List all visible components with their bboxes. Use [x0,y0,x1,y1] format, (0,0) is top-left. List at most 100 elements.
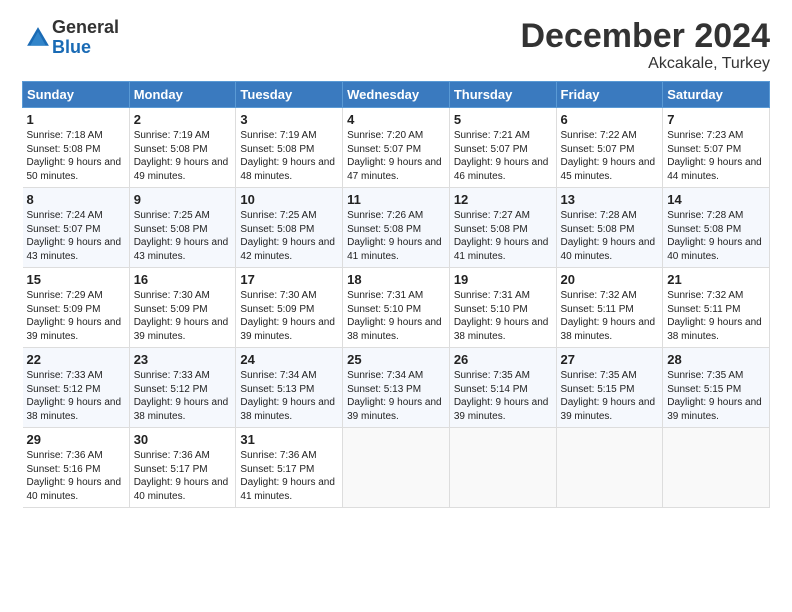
day-number: 13 [561,192,659,207]
day-number: 18 [347,272,445,287]
cell-content: Sunrise: 7:21 AMSunset: 5:07 PMDaylight:… [454,129,552,183]
calendar-week-row: 8 Sunrise: 7:24 AMSunset: 5:07 PMDaylight… [23,188,770,268]
calendar-day-cell: 10 Sunrise: 7:25 AMSunset: 5:08 PMDayligh… [236,188,343,268]
calendar-day-cell: 24 Sunrise: 7:34 AMSunset: 5:13 PMDayligh… [236,348,343,428]
cell-content: Sunrise: 7:28 AMSunset: 5:08 PMDaylight:… [667,209,765,263]
cell-content: Sunrise: 7:32 AMSunset: 5:11 PMDaylight:… [667,289,765,343]
cell-content: Sunrise: 7:25 AMSunset: 5:08 PMDaylight:… [134,209,232,263]
calendar-table: SundayMondayTuesdayWednesdayThursdayFrid… [22,81,770,508]
calendar-day-cell: 25 Sunrise: 7:34 AMSunset: 5:13 PMDayligh… [343,348,450,428]
calendar-day-cell: 6Sunrise: 7:22 AMSunset: 5:07 PMDaylight… [556,108,663,188]
header-day: Friday [556,82,663,108]
calendar-day-cell: 5Sunrise: 7:21 AMSunset: 5:07 PMDaylight… [449,108,556,188]
day-number: 9 [134,192,232,207]
calendar-day-cell: 23 Sunrise: 7:33 AMSunset: 5:12 PMDayligh… [129,348,236,428]
calendar-day-cell: 1 Sunrise: 7:18 AMSunset: 5:08 PMDaylight… [23,108,130,188]
day-number: 8 [27,192,125,207]
header-day: Monday [129,82,236,108]
cell-content: Sunrise: 7:20 AMSunset: 5:07 PMDaylight:… [347,129,445,183]
calendar-day-cell: 30Sunrise: 7:36 AMSunset: 5:17 PMDayligh… [129,428,236,508]
cell-content: Sunrise: 7:35 AMSunset: 5:14 PMDaylight:… [454,369,552,423]
cell-content: Sunrise: 7:36 AMSunset: 5:17 PMDaylight:… [134,449,232,503]
calendar-empty-cell [449,428,556,508]
day-number: 7 [667,112,765,127]
cell-content: Sunrise: 7:18 AMSunset: 5:08 PMDaylight:… [27,129,125,183]
day-number: 11 [347,192,445,207]
calendar-day-cell: 13 Sunrise: 7:28 AMSunset: 5:08 PMDayligh… [556,188,663,268]
cell-content: Sunrise: 7:28 AMSunset: 5:08 PMDaylight:… [561,209,659,263]
calendar-day-cell: 31Sunrise: 7:36 AMSunset: 5:17 PMDayligh… [236,428,343,508]
cell-content: Sunrise: 7:19 AMSunset: 5:08 PMDaylight:… [134,129,232,183]
cell-content: Sunrise: 7:26 AMSunset: 5:08 PMDaylight:… [347,209,445,263]
calendar-day-cell: 2 Sunrise: 7:19 AMSunset: 5:08 PMDaylight… [129,108,236,188]
calendar-day-cell: 7 Sunrise: 7:23 AMSunset: 5:07 PMDaylight… [663,108,770,188]
calendar-day-cell: 3Sunrise: 7:19 AMSunset: 5:08 PMDaylight… [236,108,343,188]
calendar-empty-cell [556,428,663,508]
header-day: Sunday [23,82,130,108]
day-number: 25 [347,352,445,367]
header-day: Tuesday [236,82,343,108]
calendar-empty-cell [343,428,450,508]
cell-content: Sunrise: 7:27 AMSunset: 5:08 PMDaylight:… [454,209,552,263]
cell-content: Sunrise: 7:33 AMSunset: 5:12 PMDaylight:… [134,369,232,423]
title-block: December 2024 Akcakale, Turkey [520,18,770,73]
cell-content: Sunrise: 7:31 AMSunset: 5:10 PMDaylight:… [454,289,552,343]
logo-text: General Blue [52,18,119,58]
cell-content: Sunrise: 7:36 AMSunset: 5:16 PMDaylight:… [27,449,125,503]
day-number: 23 [134,352,232,367]
calendar-day-cell: 18 Sunrise: 7:31 AMSunset: 5:10 PMDayligh… [343,268,450,348]
calendar-day-cell: 22 Sunrise: 7:33 AMSunset: 5:12 PMDayligh… [23,348,130,428]
calendar-day-cell: 12 Sunrise: 7:27 AMSunset: 5:08 PMDayligh… [449,188,556,268]
day-number: 20 [561,272,659,287]
calendar-day-cell: 8 Sunrise: 7:24 AMSunset: 5:07 PMDaylight… [23,188,130,268]
day-number: 4 [347,112,445,127]
calendar-day-cell: 20 Sunrise: 7:32 AMSunset: 5:11 PMDayligh… [556,268,663,348]
calendar-week-row: 22 Sunrise: 7:33 AMSunset: 5:12 PMDayligh… [23,348,770,428]
day-number: 29 [27,432,125,447]
day-number: 3 [240,112,338,127]
cell-content: Sunrise: 7:24 AMSunset: 5:07 PMDaylight:… [27,209,125,263]
day-number: 24 [240,352,338,367]
day-number: 10 [240,192,338,207]
day-number: 21 [667,272,765,287]
calendar-day-cell: 11 Sunrise: 7:26 AMSunset: 5:08 PMDayligh… [343,188,450,268]
calendar-header-row: SundayMondayTuesdayWednesdayThursdayFrid… [23,82,770,108]
header-day: Saturday [663,82,770,108]
cell-content: Sunrise: 7:31 AMSunset: 5:10 PMDaylight:… [347,289,445,343]
calendar-empty-cell [663,428,770,508]
calendar-day-cell: 14 Sunrise: 7:28 AMSunset: 5:08 PMDayligh… [663,188,770,268]
header-day: Thursday [449,82,556,108]
calendar-day-cell: 21 Sunrise: 7:32 AMSunset: 5:11 PMDayligh… [663,268,770,348]
cell-content: Sunrise: 7:23 AMSunset: 5:07 PMDaylight:… [667,129,765,183]
logo-blue: Blue [52,37,91,57]
cell-content: Sunrise: 7:36 AMSunset: 5:17 PMDaylight:… [240,449,338,503]
cell-content: Sunrise: 7:29 AMSunset: 5:09 PMDaylight:… [27,289,125,343]
calendar-day-cell: 4 Sunrise: 7:20 AMSunset: 5:07 PMDaylight… [343,108,450,188]
day-number: 1 [27,112,125,127]
logo: General Blue [22,18,119,58]
day-number: 16 [134,272,232,287]
cell-content: Sunrise: 7:34 AMSunset: 5:13 PMDaylight:… [347,369,445,423]
calendar-day-cell: 27Sunrise: 7:35 AMSunset: 5:15 PMDayligh… [556,348,663,428]
calendar-day-cell: 29 Sunrise: 7:36 AMSunset: 5:16 PMDayligh… [23,428,130,508]
location: Akcakale, Turkey [520,55,770,73]
day-number: 22 [27,352,125,367]
day-number: 17 [240,272,338,287]
page: General Blue December 2024 Akcakale, Tur… [0,0,792,518]
cell-content: Sunrise: 7:33 AMSunset: 5:12 PMDaylight:… [27,369,125,423]
day-number: 2 [134,112,232,127]
day-number: 12 [454,192,552,207]
day-number: 15 [27,272,125,287]
day-number: 28 [667,352,765,367]
calendar-day-cell: 19Sunrise: 7:31 AMSunset: 5:10 PMDayligh… [449,268,556,348]
logo-general: General [52,17,119,37]
header-row: General Blue December 2024 Akcakale, Tur… [22,18,770,73]
cell-content: Sunrise: 7:34 AMSunset: 5:13 PMDaylight:… [240,369,338,423]
calendar-day-cell: 28Sunrise: 7:35 AMSunset: 5:15 PMDayligh… [663,348,770,428]
day-number: 26 [454,352,552,367]
calendar-week-row: 1 Sunrise: 7:18 AMSunset: 5:08 PMDaylight… [23,108,770,188]
calendar-day-cell: 16Sunrise: 7:30 AMSunset: 5:09 PMDayligh… [129,268,236,348]
day-number: 14 [667,192,765,207]
cell-content: Sunrise: 7:25 AMSunset: 5:08 PMDaylight:… [240,209,338,263]
cell-content: Sunrise: 7:32 AMSunset: 5:11 PMDaylight:… [561,289,659,343]
